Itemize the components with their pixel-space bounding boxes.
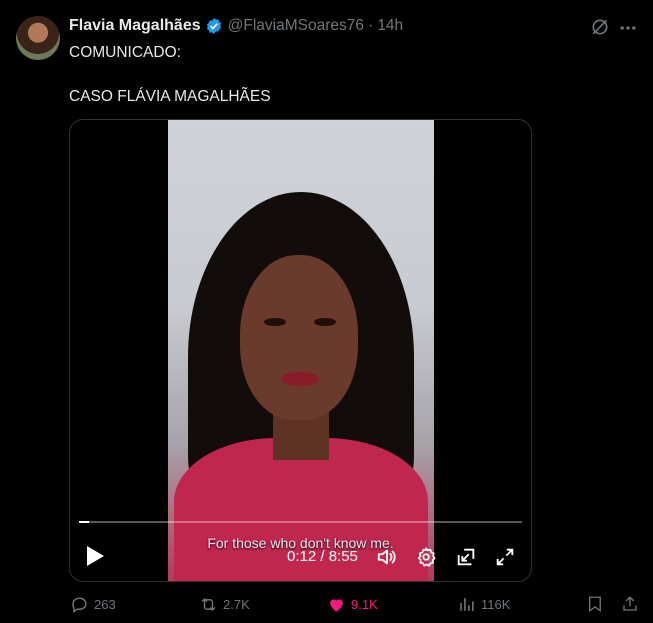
video-progress-bar[interactable] (79, 521, 522, 523)
share-icon[interactable] (621, 595, 639, 613)
settings-gear-icon[interactable] (415, 546, 437, 568)
tweet-text-line-1: COMUNICADO: (69, 44, 181, 61)
video-progress-fill (79, 521, 89, 523)
repost-count: 2.7K (223, 597, 250, 612)
tweet-text-line-2: CASO FLÁVIA MAGALHÃES (69, 88, 271, 105)
views-chart-icon (460, 598, 474, 611)
video-player[interactable]: For those who don't know me. 0:12 / 8:55 (69, 119, 532, 582)
tweet-header: Flavia Magalhães @FlaviaMSoares76 · 14h (69, 17, 403, 35)
reply-count: 263 (94, 597, 116, 612)
repost-button[interactable]: 2.7K (199, 595, 250, 614)
bookmark-icon[interactable] (586, 595, 604, 613)
reply-icon (72, 597, 87, 614)
avatar[interactable] (16, 16, 60, 60)
tweet-timestamp[interactable]: 14h (377, 17, 403, 35)
heart-filled-icon (330, 599, 343, 612)
grok-icon[interactable] (590, 17, 610, 37)
play-icon[interactable] (85, 545, 105, 567)
video-frame[interactable] (168, 120, 434, 581)
author-handle[interactable]: @FlaviaMSoares76 (228, 17, 364, 35)
author-name[interactable]: Flavia Magalhães (69, 17, 201, 35)
volume-icon[interactable] (376, 546, 398, 568)
picture-in-picture-icon[interactable] (455, 546, 477, 568)
views-count: 116K (481, 597, 511, 612)
fullscreen-icon[interactable] (494, 546, 516, 568)
reply-button[interactable]: 263 (70, 595, 116, 614)
views-button[interactable]: 116K (457, 595, 510, 614)
like-button[interactable]: 9.1K (327, 595, 378, 614)
more-options-icon[interactable] (618, 18, 638, 38)
repost-icon (201, 597, 216, 612)
like-count: 9.1K (351, 597, 378, 612)
separator-dot: · (367, 17, 374, 34)
video-time: 0:12 / 8:55 (287, 548, 358, 565)
verified-badge-icon (206, 18, 221, 34)
